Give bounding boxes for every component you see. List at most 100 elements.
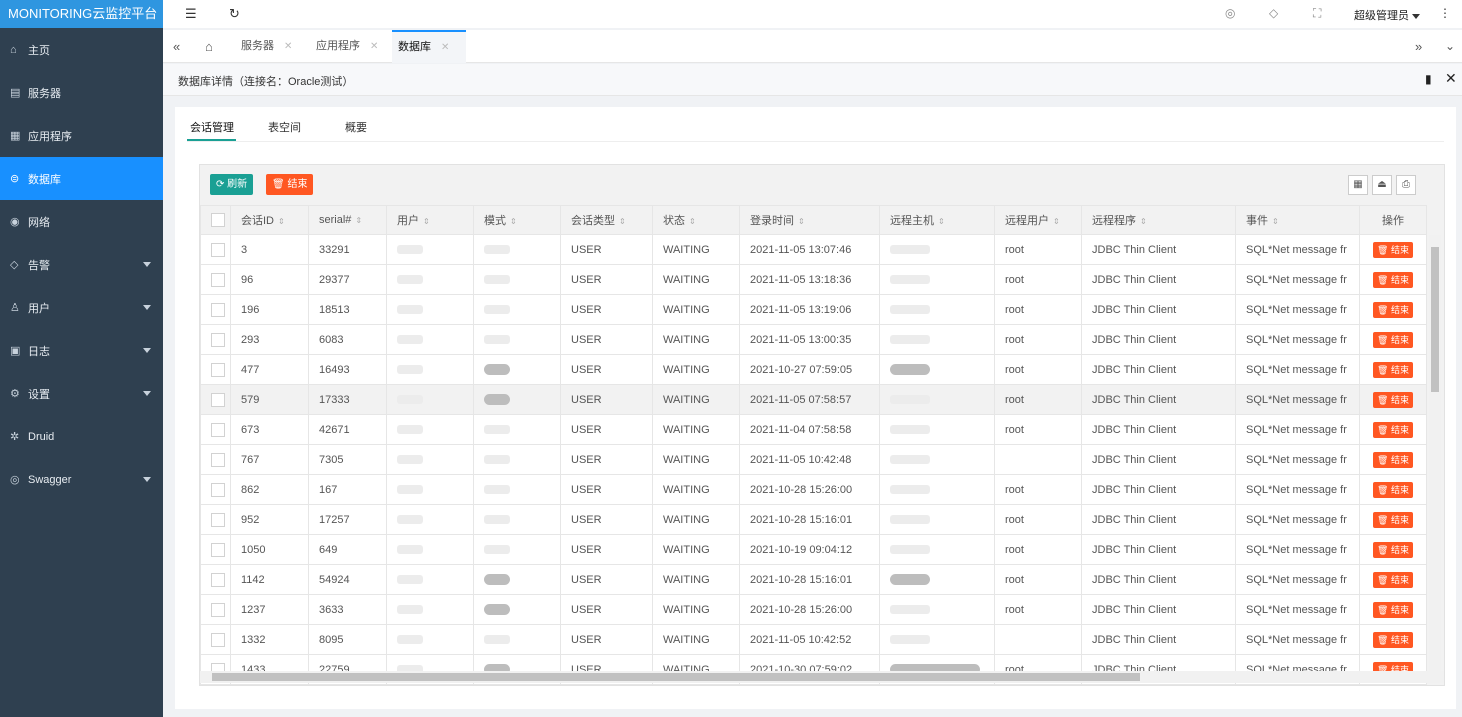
end-row-button[interactable]: 🗑 结束 bbox=[1373, 481, 1413, 498]
row-checkbox[interactable] bbox=[211, 452, 225, 467]
column-header[interactable]: 状态 ⇕ bbox=[652, 205, 740, 235]
column-header[interactable]: 远程程序 ⇕ bbox=[1081, 205, 1236, 235]
end-row-button[interactable]: 🗑 结束 bbox=[1373, 511, 1413, 528]
sort-icon[interactable]: ⇕ bbox=[689, 217, 696, 226]
row-checkbox[interactable] bbox=[211, 572, 225, 587]
sort-icon[interactable]: ⇕ bbox=[1053, 217, 1060, 226]
tabs-scroll-left-icon[interactable]: « bbox=[167, 30, 186, 63]
end-row-button[interactable]: 🗑 结束 bbox=[1373, 451, 1413, 468]
horizontal-scrollbar[interactable] bbox=[200, 671, 1444, 683]
end-session-button[interactable]: 🗑 结束 bbox=[266, 174, 314, 195]
sort-icon[interactable]: ⇕ bbox=[423, 217, 430, 226]
close-icon[interactable]: ✕ bbox=[441, 42, 449, 53]
row-checkbox[interactable] bbox=[211, 602, 225, 617]
column-header[interactable]: serial# ⇕ bbox=[308, 205, 387, 235]
sort-icon[interactable]: ⇕ bbox=[619, 217, 626, 226]
sort-icon[interactable]: ⇕ bbox=[355, 216, 362, 225]
scrollbar-thumb[interactable] bbox=[212, 673, 1140, 681]
end-row-button[interactable]: 🗑 结束 bbox=[1373, 241, 1413, 258]
row-checkbox[interactable] bbox=[211, 482, 225, 497]
end-row-button[interactable]: 🗑 结束 bbox=[1373, 301, 1413, 318]
end-row-button[interactable]: 🗑 结束 bbox=[1373, 421, 1413, 438]
subtab-sessions[interactable]: 会话管理 bbox=[190, 119, 234, 135]
select-all-checkbox[interactable] bbox=[211, 213, 225, 227]
more-vertical-icon[interactable]: ⋮ bbox=[1439, 6, 1451, 20]
sort-icon[interactable]: ⇕ bbox=[510, 217, 517, 226]
columns-icon[interactable]: ▦ bbox=[1348, 175, 1368, 195]
export-icon[interactable]: ⏏ bbox=[1372, 175, 1392, 195]
sidebar-item[interactable]: ▤ 服务器 bbox=[0, 71, 163, 114]
table-row[interactable]: 767 7305 USER WAITING 2021-11-05 10:42:48 JDB… bbox=[200, 444, 1427, 475]
row-checkbox[interactable] bbox=[211, 362, 225, 377]
print-icon[interactable]: ⎙ bbox=[1396, 175, 1416, 195]
tab-home-icon[interactable]: ⌂ bbox=[199, 30, 219, 63]
column-header[interactable]: 事件 ⇕ bbox=[1235, 205, 1360, 235]
table-row[interactable]: 196 18513 USER WAITING 2021-11-05 13:19:06 ro… bbox=[200, 294, 1427, 325]
table-row[interactable]: 1237 3633 USER WAITING 2021-10-28 15:26:00 ro… bbox=[200, 594, 1427, 625]
close-page-icon[interactable]: ✕ bbox=[1445, 70, 1457, 87]
sidebar-item[interactable]: ▣ 日志 bbox=[0, 329, 163, 372]
end-row-button[interactable]: 🗑 结束 bbox=[1373, 361, 1413, 378]
row-checkbox[interactable] bbox=[211, 302, 225, 317]
tab-database[interactable]: 数据库 ✕ bbox=[392, 30, 466, 63]
table-row[interactable]: 673 42671 USER WAITING 2021-11-04 07:58:58 ro… bbox=[200, 414, 1427, 445]
table-row[interactable]: 579 17333 USER WAITING 2021-11-05 07:58:57 ro… bbox=[200, 384, 1427, 415]
sort-icon[interactable]: ⇕ bbox=[938, 217, 945, 226]
sort-icon[interactable]: ⇕ bbox=[278, 217, 285, 226]
tab-servers[interactable]: 服务器 ✕ bbox=[235, 30, 298, 63]
row-checkbox[interactable] bbox=[211, 632, 225, 647]
row-checkbox[interactable] bbox=[211, 512, 225, 527]
table-row[interactable]: 293 6083 USER WAITING 2021-11-05 13:00:35 roo… bbox=[200, 324, 1427, 355]
end-row-button[interactable]: 🗑 结束 bbox=[1373, 631, 1413, 648]
close-icon[interactable]: ✕ bbox=[284, 41, 292, 52]
column-header[interactable]: 用户 ⇕ bbox=[386, 205, 474, 235]
maximize-icon[interactable]: ▮ bbox=[1425, 72, 1432, 86]
column-header[interactable]: 模式 ⇕ bbox=[473, 205, 561, 235]
row-checkbox[interactable] bbox=[211, 422, 225, 437]
subtab-tablespace[interactable]: 表空间 bbox=[268, 119, 301, 135]
sidebar-item[interactable]: ▦ 应用程序 bbox=[0, 114, 163, 157]
scrollbar-thumb[interactable] bbox=[1431, 247, 1439, 392]
end-row-button[interactable]: 🗑 结束 bbox=[1373, 331, 1413, 348]
sidebar-item[interactable]: ⚙ 设置 bbox=[0, 372, 163, 415]
subtab-summary[interactable]: 概要 bbox=[345, 119, 367, 135]
tabs-menu-chevron-down-icon[interactable]: ⌄ bbox=[1439, 30, 1461, 63]
row-checkbox[interactable] bbox=[211, 272, 225, 287]
menu-collapse-icon[interactable]: ☰ bbox=[185, 6, 197, 22]
table-row[interactable]: 1332 8095 USER WAITING 2021-11-05 10:42:52 JD… bbox=[200, 624, 1427, 655]
column-header[interactable]: 会话ID ⇕ bbox=[230, 205, 309, 235]
refresh-page-icon[interactable]: ↻ bbox=[229, 6, 240, 22]
tag-icon[interactable]: ◇ bbox=[1269, 6, 1278, 20]
column-header[interactable]: 远程主机 ⇕ bbox=[879, 205, 995, 235]
row-checkbox[interactable] bbox=[211, 542, 225, 557]
sidebar-item[interactable]: ♙ 用户 bbox=[0, 286, 163, 329]
sidebar-item[interactable]: ⊜ 数据库 bbox=[0, 157, 163, 200]
sort-icon[interactable]: ⇕ bbox=[1272, 217, 1279, 226]
column-header[interactable]: 远程用户 ⇕ bbox=[994, 205, 1082, 235]
table-row[interactable]: 1142 54924 USER WAITING 2021-10-28 15:16:01 r… bbox=[200, 564, 1427, 595]
table-row[interactable]: 952 17257 USER WAITING 2021-10-28 15:16:01 ro… bbox=[200, 504, 1427, 535]
table-row[interactable]: 477 16493 USER WAITING 2021-10-27 07:59:05 ro… bbox=[200, 354, 1427, 385]
tabs-scroll-right-icon[interactable]: » bbox=[1409, 30, 1428, 63]
vertical-scrollbar[interactable] bbox=[1429, 235, 1441, 675]
table-row[interactable]: 3 33291 USER WAITING 2021-11-05 13:07:46 root… bbox=[200, 234, 1427, 265]
column-header[interactable]: 登录时间 ⇕ bbox=[739, 205, 880, 235]
sidebar-item[interactable]: ✲ Druid bbox=[0, 415, 163, 458]
row-checkbox[interactable] bbox=[211, 242, 225, 257]
sidebar-item[interactable]: ◉ 网络 bbox=[0, 200, 163, 243]
tab-applications[interactable]: 应用程序 ✕ bbox=[310, 30, 384, 63]
close-icon[interactable]: ✕ bbox=[370, 41, 378, 52]
end-row-button[interactable]: 🗑 结束 bbox=[1373, 541, 1413, 558]
sidebar-item[interactable]: ◎ Swagger bbox=[0, 458, 163, 501]
column-header[interactable]: 会话类型 ⇕ bbox=[560, 205, 653, 235]
sort-icon[interactable]: ⇕ bbox=[1140, 217, 1147, 226]
table-row[interactable]: 96 29377 USER WAITING 2021-11-05 13:18:36 roo… bbox=[200, 264, 1427, 295]
sort-icon[interactable]: ⇕ bbox=[798, 217, 805, 226]
table-row[interactable]: 1050 649 USER WAITING 2021-10-19 09:04:12 roo… bbox=[200, 534, 1427, 565]
theme-icon[interactable]: ◎ bbox=[1225, 6, 1235, 20]
row-checkbox[interactable] bbox=[211, 392, 225, 407]
end-row-button[interactable]: 🗑 结束 bbox=[1373, 601, 1413, 618]
end-row-button[interactable]: 🗑 结束 bbox=[1373, 571, 1413, 588]
sidebar-item[interactable]: ◇ 告警 bbox=[0, 243, 163, 286]
fullscreen-icon[interactable]: ⛶ bbox=[1313, 6, 1321, 21]
